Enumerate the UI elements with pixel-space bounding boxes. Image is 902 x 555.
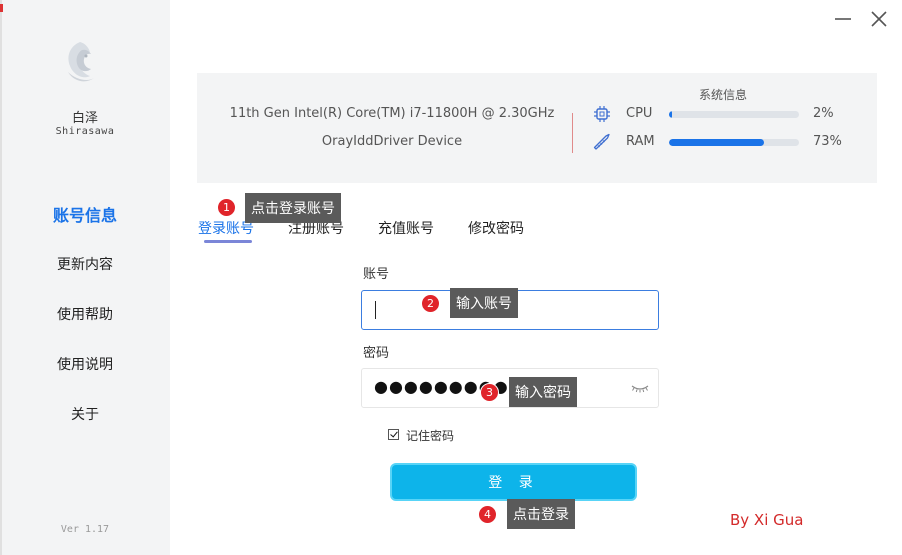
cpu-model: 11th Gen Intel(R) Core(TM) i7-11800H @ 2… bbox=[229, 106, 555, 121]
eye-closed-icon[interactable] bbox=[630, 381, 650, 395]
ram-usage-bar bbox=[669, 139, 799, 146]
active-tab-indicator bbox=[204, 240, 252, 243]
ram-usage-fill bbox=[669, 139, 764, 146]
app-window: 白泽 Shirasawa 账号信息 更新内容 使用帮助 使用说明 关于 Ver … bbox=[0, 0, 902, 555]
cpu-usage-value: 2% bbox=[813, 106, 834, 121]
sidebar: 白泽 Shirasawa 账号信息 更新内容 使用帮助 使用说明 关于 Ver … bbox=[0, 0, 170, 555]
nav-item-instructions[interactable]: 使用说明 bbox=[0, 354, 170, 374]
divider bbox=[572, 113, 573, 153]
annotation-badge-2: 2 bbox=[421, 294, 440, 313]
chip-icon bbox=[594, 106, 610, 122]
dragon-logo-icon bbox=[68, 42, 94, 82]
app-name: 白泽 bbox=[71, 111, 98, 126]
account-label: 账号 bbox=[363, 267, 390, 282]
annotation-callout-3: 输入密码 bbox=[509, 377, 577, 407]
display-device: OrayIddDriver Device bbox=[321, 134, 463, 149]
minimize-icon[interactable] bbox=[832, 8, 854, 30]
tab-recharge[interactable]: 充值账号 bbox=[378, 218, 434, 238]
nav-item-account-info[interactable]: 账号信息 bbox=[0, 202, 170, 226]
version-label: Ver 1.17 bbox=[60, 524, 110, 535]
system-info-panel: 11th Gen Intel(R) Core(TM) i7-11800H @ 2… bbox=[197, 73, 877, 183]
checkbox-checked[interactable] bbox=[388, 429, 399, 440]
nav-item-about[interactable]: 关于 bbox=[0, 404, 170, 424]
system-info-title: 系统信息 bbox=[698, 88, 747, 102]
annotation-badge-3: 3 bbox=[480, 383, 499, 402]
close-icon[interactable] bbox=[868, 8, 890, 30]
sidebar-edge bbox=[0, 0, 2, 555]
app-subtitle: Shirasawa bbox=[55, 126, 115, 137]
annotation-badge-4: 4 bbox=[478, 505, 497, 524]
nav-item-updates[interactable]: 更新内容 bbox=[0, 254, 170, 274]
ram-label: RAM bbox=[626, 134, 655, 149]
annotation-callout-2: 输入账号 bbox=[450, 288, 518, 318]
tab-change-password[interactable]: 修改密码 bbox=[468, 218, 524, 238]
remember-password-label: 记住密码 bbox=[406, 429, 455, 443]
ram-stick-icon bbox=[593, 133, 610, 150]
nav-item-help[interactable]: 使用帮助 bbox=[0, 304, 170, 324]
login-button[interactable]: 登 录 bbox=[390, 463, 637, 501]
annotation-badge-1: 1 bbox=[217, 198, 236, 217]
author-credit: By Xi Gua bbox=[730, 511, 804, 529]
password-label: 密码 bbox=[363, 346, 390, 361]
annotation-callout-1: 点击登录账号 bbox=[245, 193, 341, 223]
annotation-callout-4: 点击登录 bbox=[507, 499, 575, 529]
text-caret bbox=[375, 301, 376, 319]
edge-marker bbox=[0, 4, 3, 12]
cpu-usage-bar bbox=[669, 111, 799, 118]
cpu-usage-fill bbox=[669, 111, 672, 118]
cpu-label: CPU bbox=[626, 106, 653, 121]
ram-usage-value: 73% bbox=[813, 134, 842, 149]
